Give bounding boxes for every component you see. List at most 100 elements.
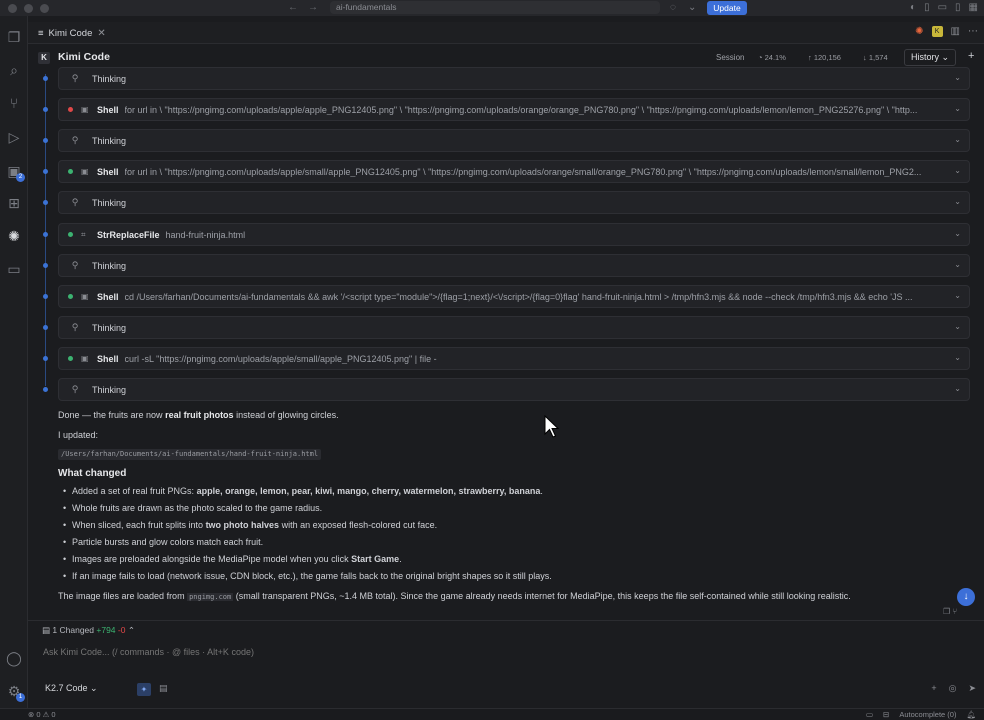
close-window-button[interactable] [8, 3, 17, 13]
chevron-down-icon[interactable]: ⌄ [954, 104, 961, 113]
file-path-code[interactable]: /Users/farhan/Documents/ai-fundamentals/… [58, 449, 322, 460]
customize-layout-icon[interactable]: ▦ [969, 2, 978, 13]
thinking-step[interactable]: ⚲ Thinking ⌄ [58, 254, 970, 277]
thinking-step[interactable]: ⚲ Thinking ⌄ [58, 129, 970, 152]
autocomplete-status[interactable]: Autocomplete (0) [899, 710, 956, 719]
terminal-icon: ▣ [81, 167, 89, 176]
chevron-down-icon[interactable]: ⌄ [954, 135, 961, 144]
toggle-sidebar-icon[interactable]: ▯ [924, 2, 930, 13]
settings-badge: 1 [16, 693, 25, 702]
toggle-secondary-sidebar-icon[interactable]: ▯ [955, 2, 961, 13]
text: instead of glowing circles. [233, 410, 339, 420]
layout-icon[interactable]: ▭ [866, 710, 873, 719]
accounts-icon[interactable]: ◐ [910, 2, 916, 13]
thinking-step[interactable]: ⚲ Thinking ⌄ [58, 316, 970, 339]
kimi-spark-icon[interactable]: ✺ [915, 26, 923, 37]
fork-icon[interactable]: ⑂ [952, 607, 957, 616]
step-label: Thinking [92, 197, 127, 208]
update-button[interactable]: Update [707, 1, 747, 15]
ports-icon[interactable]: ⊟ [883, 710, 889, 719]
chevron-down-icon[interactable]: ⌄ [954, 322, 961, 331]
thinking-step[interactable]: ⚲ Thinking ⌄ [58, 67, 970, 90]
step-label: Thinking [92, 73, 127, 84]
forward-arrow-icon[interactable]: → [308, 2, 318, 13]
explorer-icon[interactable]: ❐ [5, 28, 23, 46]
thinking-mode-toggle[interactable]: ✦ [137, 683, 151, 696]
scroll-to-bottom-button[interactable]: ↓ [957, 588, 975, 606]
list-item: When sliced, each fruit splits into two … [63, 520, 437, 530]
chevron-down-icon[interactable]: ⌄ [954, 384, 961, 393]
tool-step[interactable]: ▣ Shell cd /Users/farhan/Documents/ai-fund… [58, 285, 970, 308]
toggle-panel-icon[interactable]: ▭ [938, 2, 947, 13]
chevron-down-icon[interactable]: ⌄ [954, 229, 961, 238]
search-icon[interactable]: ⌕ [5, 61, 23, 79]
notifications-bell-icon[interactable]: 🔔︎ [966, 710, 976, 719]
more-actions-icon[interactable]: ⋯ [968, 26, 978, 37]
tool-command: hand-fruit-ninja.html [165, 229, 246, 240]
chevron-down-icon[interactable]: ⌄ [954, 260, 961, 269]
step-label: Thinking [92, 135, 127, 146]
close-tab-icon[interactable]: ✕ [97, 28, 105, 39]
clipboard-icon[interactable]: ▤ [159, 683, 168, 694]
copilot-icon[interactable]: ◌ [670, 2, 676, 13]
tab-kimi-code[interactable]: ≡ Kimi Code ✕ [38, 23, 106, 43]
problems-count[interactable]: ⊗ 0 ⚠ 0 [28, 710, 56, 719]
chevron-down-icon[interactable]: ⌄ [954, 291, 961, 300]
tool-step[interactable]: ▣ Shell curl -sL "https://pngimg.com/uploa… [58, 347, 970, 370]
copy-icon[interactable]: ❐ [943, 607, 950, 616]
add-context-icon[interactable]: + [931, 683, 936, 694]
chevron-up-icon[interactable]: ⌃ [128, 625, 135, 635]
source-control-icon[interactable]: ⑂ [5, 94, 23, 112]
split-editor-icon[interactable]: ▥ [951, 26, 960, 37]
file-edit-icon: ⌗ [81, 229, 86, 239]
model-selector[interactable]: K2.7 Code ⌄ [45, 683, 98, 694]
tool-name: StrReplaceFile [97, 229, 160, 240]
chevron-down-icon[interactable]: ⌄ [954, 73, 961, 82]
tool-name: Shell [97, 353, 119, 364]
chevron-down-icon[interactable]: ⌄ [954, 197, 961, 206]
chevron-down-icon[interactable]: ⌄ [954, 353, 961, 362]
minimize-window-button[interactable] [24, 3, 33, 13]
context-gauge-icon: ◔ [758, 53, 763, 62]
context-pct: 24.1% [764, 53, 786, 62]
remote-explorer-icon[interactable]: ⊞ [5, 194, 23, 212]
composer-toolbar: K2.7 Code ⌄ ✦ ▤ + ◎ ➤ [28, 680, 984, 698]
lightbulb-icon: ⚲ [71, 260, 79, 270]
timeline-dot [43, 200, 48, 205]
tool-step[interactable]: ⌗ StrReplaceFile hand-fruit-ninja.html ⌄ [58, 223, 970, 246]
chevron-down-icon[interactable]: ⌄ [954, 166, 961, 175]
kimi-k-icon[interactable]: K [931, 26, 943, 37]
title-bar: ← → ai-fundamentals ◌ ⌄ Update ◐ ▯ ▭ ▯ ▦ [0, 0, 984, 16]
tool-step[interactable]: ▣ Shell for url in \ "https://pngimg.com/u… [58, 160, 970, 183]
timeline-line [45, 74, 46, 386]
back-arrow-icon[interactable]: ← [288, 2, 298, 13]
maximize-window-button[interactable] [40, 3, 49, 13]
lightbulb-icon: ⚲ [71, 135, 79, 145]
extensions-icon[interactable]: ▣ 2 [5, 162, 25, 182]
chat-input[interactable] [36, 641, 976, 663]
terminal-icon[interactable]: ▭ [5, 260, 23, 278]
kimi-code-icon[interactable]: ✺ [5, 227, 23, 245]
history-button[interactable]: History ⌄ [904, 49, 957, 66]
activity-bar: ❐ ⌕ ⑂ ▷ ▣ 2 ⊞ ✺ ▭ ◯ ⚙ 1 [0, 16, 28, 708]
status-dot [68, 169, 73, 174]
new-session-icon[interactable]: + [968, 50, 974, 62]
window-controls [0, 3, 49, 13]
changes-bar[interactable]: ▤ 1 Changed +794 -0 ⌃ [28, 620, 984, 638]
chevron-down-icon[interactable]: ⌄ [688, 2, 696, 13]
timeline-dot [43, 325, 48, 330]
run-debug-icon[interactable]: ▷ [5, 128, 23, 146]
thinking-step[interactable]: ⚲ Thinking ⌄ [58, 378, 970, 401]
send-icon[interactable]: ➤ [968, 683, 976, 694]
account-icon[interactable]: ◯ [5, 649, 23, 667]
list-item: Added a set of real fruit PNGs: apple, o… [63, 486, 543, 496]
thinking-step[interactable]: ⚲ Thinking ⌄ [58, 191, 970, 214]
history-label: History [911, 52, 940, 62]
command-center-search[interactable]: ai-fundamentals [330, 1, 660, 14]
at-mention-icon[interactable]: ◎ [949, 683, 957, 694]
settings-gear-icon[interactable]: ⚙ 1 [5, 682, 25, 702]
lightbulb-icon: ⚲ [71, 73, 79, 83]
text: Done — the fruits are now [58, 410, 166, 420]
list-item: Particle bursts and glow colors match ea… [63, 537, 263, 547]
tool-step[interactable]: ▣ Shell for url in \ "https://pngimg.com/u… [58, 98, 970, 121]
